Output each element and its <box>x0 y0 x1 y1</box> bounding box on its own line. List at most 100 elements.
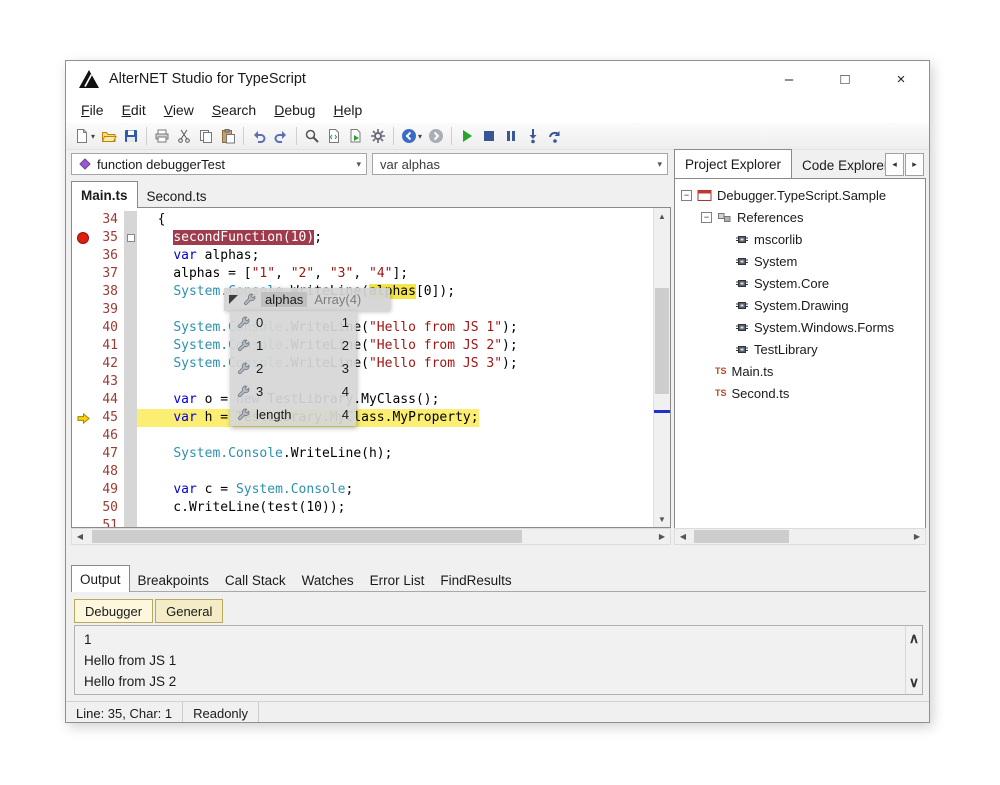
close-button[interactable]: × <box>873 61 929 97</box>
menu-item-edit[interactable]: Edit <box>113 99 155 121</box>
breakpoint-margin[interactable] <box>72 319 94 337</box>
code-text[interactable] <box>137 301 142 319</box>
code-text[interactable]: secondFunction(10); <box>137 229 322 247</box>
tree-item-second-ts[interactable]: TSSecond.ts <box>675 382 925 404</box>
tab-scroll-left-button[interactable]: ◂ <box>885 153 904 176</box>
datatip-row[interactable]: length4 <box>230 403 356 426</box>
breakpoint-margin[interactable] <box>72 301 94 319</box>
tab-code-explorer[interactable]: Code Explorer <box>792 152 888 178</box>
tree-item-main-ts[interactable]: TSMain.ts <box>675 360 925 382</box>
scrollbar-thumb[interactable] <box>92 530 522 543</box>
datatip-row[interactable]: 01 <box>230 311 356 334</box>
breakpoint-margin[interactable] <box>72 427 94 445</box>
fold-margin[interactable] <box>124 517 137 527</box>
search-dropdown[interactable]: var alphas ▾ <box>372 153 668 175</box>
menu-item-view[interactable]: View <box>155 99 203 121</box>
collapse-triangle-icon[interactable] <box>229 295 238 304</box>
scroll-right-icon[interactable]: ▶ <box>909 529 925 544</box>
tree-item-system[interactable]: System <box>675 250 925 272</box>
tab-error-list[interactable]: Error List <box>362 568 433 592</box>
expander-icon[interactable] <box>701 212 712 223</box>
output-scrollbar[interactable]: ∧ ∨ <box>905 626 922 694</box>
open-folder-button[interactable] <box>98 124 120 148</box>
scrollbar-thumb[interactable] <box>694 530 789 543</box>
breakpoint-margin[interactable] <box>72 481 94 499</box>
fold-margin[interactable] <box>124 427 137 445</box>
fold-margin[interactable] <box>124 499 137 517</box>
tab-breakpoints[interactable]: Breakpoints <box>130 568 217 592</box>
tab-findresults[interactable]: FindResults <box>432 568 519 592</box>
scrollbar-thumb[interactable] <box>655 288 669 394</box>
code-text[interactable]: c.WriteLine(test(10)); <box>137 499 346 517</box>
navigate-forward-button[interactable] <box>425 124 447 148</box>
tab-watches[interactable]: Watches <box>294 568 362 592</box>
code-text[interactable] <box>137 463 142 481</box>
fold-margin[interactable] <box>124 481 137 499</box>
code-text[interactable] <box>137 427 142 445</box>
tab-scroll-right-button[interactable]: ▸ <box>905 153 924 176</box>
code-text[interactable] <box>137 373 142 391</box>
breakpoint-margin[interactable] <box>72 211 94 229</box>
fold-margin[interactable] <box>124 247 137 265</box>
code-text[interactable] <box>137 517 142 527</box>
tree-item-system-drawing[interactable]: System.Drawing <box>675 294 925 316</box>
editor-tab-second-ts[interactable]: Second.ts <box>138 184 216 208</box>
tab-project-explorer[interactable]: Project Explorer <box>674 149 792 178</box>
code-text[interactable]: var alphas; <box>137 247 259 265</box>
step-into-button[interactable] <box>522 124 544 148</box>
chevron-down-icon[interactable]: ▾ <box>657 154 662 174</box>
chevron-down-icon[interactable]: ▾ <box>356 154 361 174</box>
tree-item-references[interactable]: References <box>675 206 925 228</box>
stop-debug-button[interactable] <box>478 124 500 148</box>
breakpoint-icon[interactable] <box>77 232 89 244</box>
code-text[interactable]: System.Console.WriteLine(h); <box>137 445 392 463</box>
scroll-up-icon[interactable]: ∧ <box>906 628 922 648</box>
fold-margin[interactable] <box>124 301 137 319</box>
scroll-right-icon[interactable]: ▶ <box>654 529 670 544</box>
copy-button[interactable] <box>195 124 217 148</box>
symbol-dropdown[interactable]: function debuggerTest ▾ <box>71 153 367 175</box>
fold-margin[interactable] <box>124 283 137 301</box>
fold-margin[interactable] <box>124 409 137 427</box>
tab-output[interactable]: Output <box>71 565 130 592</box>
fold-margin[interactable] <box>124 337 137 355</box>
breakpoint-margin[interactable] <box>72 391 94 409</box>
scroll-down-icon[interactable]: ∨ <box>906 672 922 692</box>
menu-item-file[interactable]: File <box>72 99 113 121</box>
datatip-row[interactable]: 23 <box>230 357 356 380</box>
fold-margin[interactable] <box>124 355 137 373</box>
tree-item-testlibrary[interactable]: TestLibrary <box>675 338 925 360</box>
fold-margin[interactable] <box>124 319 137 337</box>
breakpoint-margin[interactable] <box>72 265 94 283</box>
code-text[interactable]: var c = System.Console; <box>137 481 353 499</box>
breakpoint-margin[interactable] <box>72 283 94 301</box>
fold-margin[interactable] <box>124 211 137 229</box>
editor-horizontal-scrollbar[interactable]: ◀ ▶ <box>71 528 671 545</box>
paste-button[interactable] <box>217 124 239 148</box>
tree-item-mscorlib[interactable]: mscorlib <box>675 228 925 250</box>
fold-margin[interactable] <box>124 373 137 391</box>
subtab-general[interactable]: General <box>155 599 223 623</box>
scroll-down-icon[interactable]: ▼ <box>654 511 670 527</box>
expander-icon[interactable] <box>681 190 692 201</box>
editor-vertical-scrollbar[interactable]: ▲ ▼ <box>653 208 670 527</box>
menu-item-help[interactable]: Help <box>324 99 371 121</box>
navigate-back-button[interactable]: ▾ <box>398 124 425 148</box>
tree-item-system-windows-forms[interactable]: System.Windows.Forms <box>675 316 925 338</box>
breakpoint-margin[interactable] <box>72 247 94 265</box>
fold-margin[interactable] <box>124 229 137 247</box>
breakpoint-margin[interactable] <box>72 499 94 517</box>
fold-margin[interactable] <box>124 265 137 283</box>
scroll-up-icon[interactable]: ▲ <box>654 208 670 224</box>
start-debug-button[interactable] <box>456 124 478 148</box>
menu-item-debug[interactable]: Debug <box>265 99 324 121</box>
subtab-debugger[interactable]: Debugger <box>74 599 153 623</box>
cut-button[interactable] <box>173 124 195 148</box>
save-button[interactable] <box>120 124 142 148</box>
fold-margin[interactable] <box>124 463 137 481</box>
find-button[interactable] <box>301 124 323 148</box>
breakpoint-margin[interactable] <box>72 517 94 527</box>
datatip-row[interactable]: 34 <box>230 380 356 403</box>
tree-item-debugger-typescript-sample[interactable]: Debugger.TypeScript.Sample <box>675 184 925 206</box>
datatip-header[interactable]: alphas Array(4) <box>224 288 390 311</box>
